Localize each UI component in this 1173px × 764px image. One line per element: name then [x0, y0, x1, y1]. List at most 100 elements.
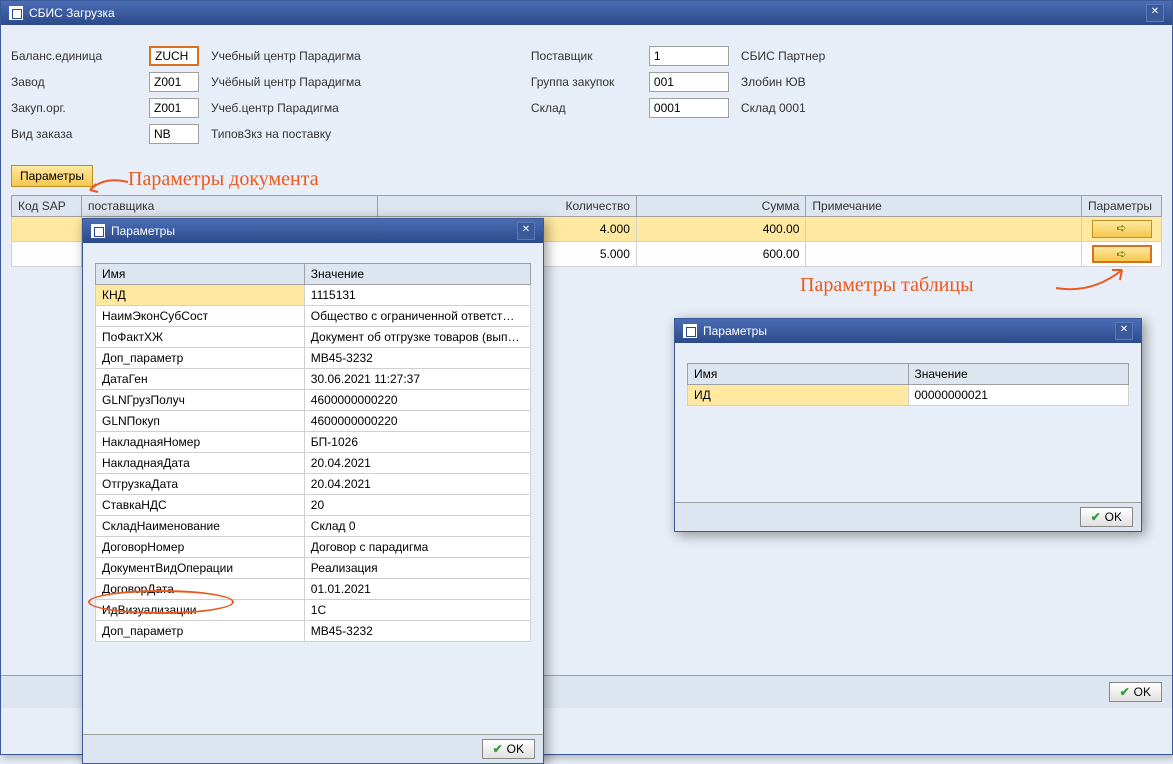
param-value: Документ об отгрузке товаров (вып… [304, 327, 530, 348]
param-name: GLNПокуп [96, 411, 305, 432]
param-value: 4600000000220 [304, 411, 530, 432]
table-header[interactable]: поставщика [82, 196, 378, 217]
param-value: 1С [304, 600, 530, 621]
param-row[interactable]: ДатаГен30.06.2021 11:27:37 [96, 369, 531, 390]
dialog-doc-ok-button[interactable]: ✔OK [482, 739, 535, 759]
param-name: Доп_параметр [96, 348, 305, 369]
dialog-row-titlebar[interactable]: Параметры ✕ [675, 319, 1141, 343]
param-name: СтавкаНДС [96, 495, 305, 516]
param-row[interactable]: ИдВизуализации1С [96, 600, 531, 621]
form-desc: Учёбный центр Парадигма [211, 75, 361, 89]
form-input-r-0[interactable] [649, 46, 729, 66]
col-value[interactable]: Значение [304, 264, 530, 285]
form-desc: Учебный центр Парадигма [211, 49, 361, 63]
dialog-doc-title: Параметры [111, 224, 175, 238]
cell-param: ➪ [1082, 217, 1162, 242]
param-row[interactable]: Доп_параметрМВ45-3232 [96, 348, 531, 369]
form-label: Склад [531, 101, 641, 115]
table-header[interactable]: Сумма [636, 196, 805, 217]
dialog-doc-titlebar[interactable]: Параметры ✕ [83, 219, 543, 243]
param-name: ИдВизуализации [96, 600, 305, 621]
header-form: Баланс.единица Учебный центр Парадигма За… [11, 45, 1162, 145]
param-name: ОтгрузкаДата [96, 474, 305, 495]
param-value: Договор с парадигма [304, 537, 530, 558]
cell-sum: 600.00 [636, 242, 805, 267]
dialog-row-title: Параметры [703, 324, 767, 338]
param-name: ИД [688, 385, 909, 406]
dialog-row-params: Параметры ✕ Имя Значение ИД00000000021 ✔… [674, 318, 1142, 532]
param-row[interactable]: GLNПокуп4600000000220 [96, 411, 531, 432]
doc-param-table: Имя Значение КНД1115131НаимЭконСубСостОб… [95, 263, 531, 642]
param-row[interactable]: НакладнаяДата20.04.2021 [96, 453, 531, 474]
close-icon[interactable]: ✕ [1146, 4, 1164, 22]
form-input-r-2[interactable] [649, 98, 729, 118]
app-icon [9, 6, 23, 20]
form-label: Завод [11, 75, 141, 89]
form-label: Баланс.единица [11, 49, 141, 63]
row-param-button[interactable]: ➪ [1092, 245, 1152, 263]
param-value: 4600000000220 [304, 390, 530, 411]
col-name[interactable]: Имя [688, 364, 909, 385]
form-input-1[interactable] [149, 72, 199, 92]
dialog-doc-params: Параметры ✕ Имя Значение КНД1115131НаимЭ… [82, 218, 544, 764]
param-row[interactable]: ДокументВидОперацииРеализация [96, 558, 531, 579]
param-row[interactable]: Доп_параметрМВ45-3232 [96, 621, 531, 642]
main-titlebar[interactable]: СБИС Загрузка ✕ [1, 1, 1172, 25]
row-param-button[interactable]: ➪ [1092, 220, 1152, 238]
param-name: ДатаГен [96, 369, 305, 390]
param-name: ДокументВидОперации [96, 558, 305, 579]
form-input-r-1[interactable] [649, 72, 729, 92]
param-value: Склад 0 [304, 516, 530, 537]
param-value: 30.06.2021 11:27:37 [304, 369, 530, 390]
dialog-icon [683, 324, 697, 338]
dialog-doc-close-icon[interactable]: ✕ [517, 222, 535, 240]
param-value: МВ45-3232 [304, 348, 530, 369]
table-header[interactable]: Количество [378, 196, 637, 217]
param-row[interactable]: СкладНаименованиеСклад 0 [96, 516, 531, 537]
cell-note [806, 217, 1082, 242]
param-row[interactable]: ОтгрузкаДата20.04.2021 [96, 474, 531, 495]
param-row[interactable]: ДоговорДата01.01.2021 [96, 579, 531, 600]
form-label: Группа закупок [531, 75, 641, 89]
param-value: МВ45-3232 [304, 621, 530, 642]
param-row[interactable]: НаимЭконСубСостОбщество с ограниченной о… [96, 306, 531, 327]
param-row[interactable]: ПоФактХЖДокумент об отгрузке товаров (вы… [96, 327, 531, 348]
form-desc: ТиповЗкз на поставку [211, 127, 331, 141]
param-value: Реализация [304, 558, 530, 579]
param-name: НакладнаяДата [96, 453, 305, 474]
param-row[interactable]: ДоговорНомерДоговор с парадигма [96, 537, 531, 558]
main-ok-button[interactable]: ✔OK [1109, 682, 1162, 702]
param-value: Общество с ограниченной ответст… [304, 306, 530, 327]
table-header[interactable]: Примечание [806, 196, 1082, 217]
param-name: ДоговорДата [96, 579, 305, 600]
param-name: НакладнаяНомер [96, 432, 305, 453]
col-name[interactable]: Имя [96, 264, 305, 285]
row-param-table: Имя Значение ИД00000000021 [687, 363, 1129, 406]
param-value: 20 [304, 495, 530, 516]
form-input-2[interactable] [149, 98, 199, 118]
param-name: ДоговорНомер [96, 537, 305, 558]
table-header[interactable]: Код SAP [12, 196, 82, 217]
dialog-row-ok-button[interactable]: ✔OK [1080, 507, 1133, 527]
col-value[interactable]: Значение [908, 364, 1129, 385]
param-name: Доп_параметр [96, 621, 305, 642]
dialog-row-close-icon[interactable]: ✕ [1115, 322, 1133, 340]
param-row[interactable]: ИД00000000021 [688, 385, 1129, 406]
form-input-0[interactable] [149, 46, 199, 66]
form-input-3[interactable] [149, 124, 199, 144]
param-row[interactable]: КНД1115131 [96, 285, 531, 306]
dialog-icon [91, 224, 105, 238]
param-row[interactable]: GLNГрузПолуч4600000000220 [96, 390, 531, 411]
params-button[interactable]: Параметры [11, 165, 93, 187]
form-desc: СБИС Партнер [741, 49, 825, 63]
cell-note [806, 242, 1082, 267]
window-title: СБИС Загрузка [29, 6, 115, 20]
cell [12, 217, 82, 242]
form-desc: Склад 0001 [741, 101, 806, 115]
param-row[interactable]: СтавкаНДС20 [96, 495, 531, 516]
param-row[interactable]: НакладнаяНомерБП-1026 [96, 432, 531, 453]
table-header[interactable]: Параметры [1082, 196, 1162, 217]
param-value: БП-1026 [304, 432, 530, 453]
param-name: КНД [96, 285, 305, 306]
param-name: ПоФактХЖ [96, 327, 305, 348]
